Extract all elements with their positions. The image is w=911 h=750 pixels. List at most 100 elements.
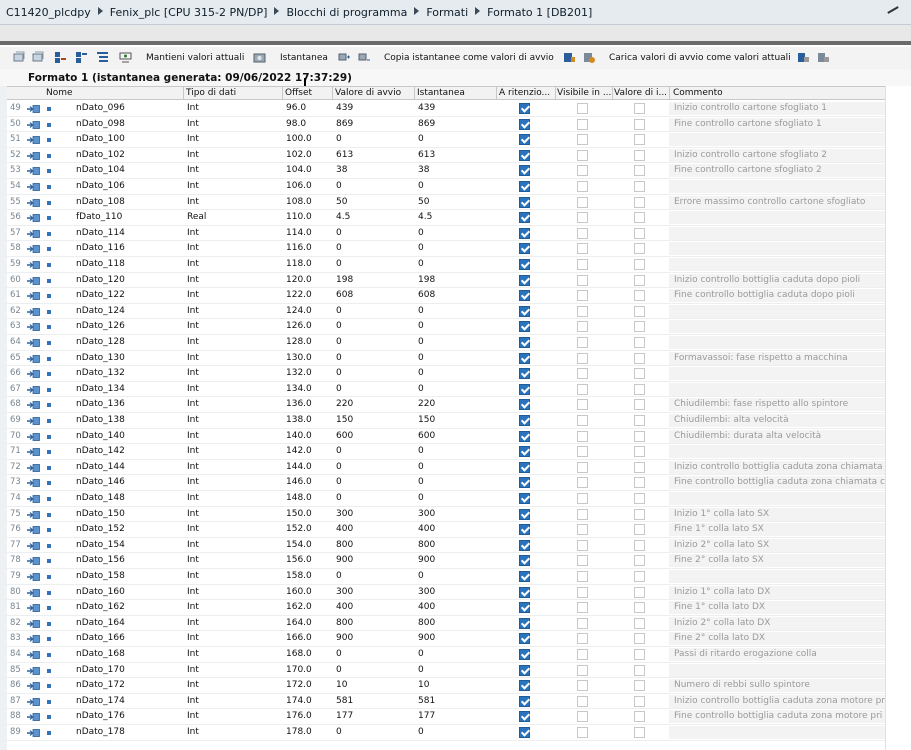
retain-checkbox[interactable]: [519, 461, 530, 473]
retain-checkbox[interactable]: [519, 243, 530, 255]
cell-name[interactable]: nDato_140: [76, 431, 125, 441]
retain-checkbox[interactable]: [519, 399, 530, 411]
col-type[interactable]: Tipo di dati: [186, 88, 236, 98]
setpoint-checkbox[interactable]: [634, 680, 645, 692]
cell-comment[interactable]: [669, 445, 885, 459]
cell-name[interactable]: nDato_106: [76, 181, 125, 191]
table-row[interactable]: 59 nDato_118 Int 118.0 0 0: [0, 257, 911, 273]
retain-checkbox[interactable]: [519, 602, 530, 614]
table-row[interactable]: 61 nDato_122 Int 122.0 608 608 Fine controllo …: [0, 288, 911, 304]
cell-type[interactable]: Int: [187, 711, 199, 721]
table-row[interactable]: 65 nDato_130 Int 130.0 0 0 Formavassoi: fase r…: [0, 351, 911, 367]
setpoint-checkbox[interactable]: [634, 461, 645, 473]
visible-hmi-checkbox[interactable]: [577, 181, 588, 192]
cell-start-value[interactable]: 0: [336, 228, 342, 238]
setpoint-checkbox[interactable]: [634, 664, 645, 676]
cell-type[interactable]: Real: [187, 212, 206, 222]
cell-type[interactable]: Int: [187, 103, 199, 113]
visible-hmi-checkbox[interactable]: [577, 461, 588, 473]
visible-hmi-checkbox[interactable]: [577, 586, 588, 598]
retain-checkbox[interactable]: [519, 695, 530, 707]
cell-start-value[interactable]: 50: [336, 197, 347, 207]
setpoint-checkbox[interactable]: [634, 586, 645, 598]
table-row[interactable]: 50 nDato_098 Int 98.0 869 869 Fine controllo c…: [0, 117, 911, 133]
cell-start-value[interactable]: 600: [336, 431, 353, 441]
cell-name[interactable]: nDato_150: [76, 509, 125, 519]
visible-hmi-checkbox[interactable]: [577, 290, 588, 302]
setpoint-checkbox[interactable]: [634, 305, 645, 317]
cell-comment[interactable]: Passi di ritardo erogazione colla: [669, 648, 885, 661]
cell-name[interactable]: nDato_154: [76, 540, 125, 550]
retain-checkbox[interactable]: [519, 134, 530, 146]
cell-comment[interactable]: Fine controllo bottiglia caduta zona chi…: [669, 476, 885, 490]
cell-comment[interactable]: [669, 258, 885, 271]
cell-start-value[interactable]: 0: [336, 477, 342, 487]
cell-start-value[interactable]: 800: [336, 618, 353, 628]
cell-name[interactable]: nDato_134: [76, 384, 125, 394]
visible-hmi-checkbox[interactable]: [577, 212, 588, 224]
visible-hmi-checkbox[interactable]: [577, 165, 588, 177]
cell-type[interactable]: Int: [187, 243, 199, 253]
cell-name[interactable]: nDato_156: [76, 555, 125, 565]
retain-checkbox[interactable]: [519, 290, 530, 302]
cell-type[interactable]: Int: [187, 665, 199, 675]
setpoint-checkbox[interactable]: [634, 695, 645, 707]
cell-name[interactable]: nDato_168: [76, 649, 125, 659]
cell-type[interactable]: Int: [187, 696, 199, 706]
cell-start-value[interactable]: 0: [336, 665, 342, 675]
table-row[interactable]: 78 nDato_156 Int 156.0 900 900 Fine 2° colla l…: [0, 553, 911, 569]
visible-hmi-checkbox[interactable]: [577, 134, 588, 146]
load-all-values-icon[interactable]: [583, 51, 596, 64]
visible-hmi-checkbox[interactable]: [577, 259, 588, 270]
col-snapshot[interactable]: Istantanea: [417, 88, 465, 98]
cell-type[interactable]: Int: [187, 165, 199, 175]
retain-checkbox[interactable]: [519, 649, 530, 660]
cell-start-value[interactable]: 0: [336, 321, 342, 331]
cell-type[interactable]: Int: [187, 119, 199, 129]
cell-comment[interactable]: Fine 2° colla lato DX: [669, 632, 885, 646]
visible-hmi-checkbox[interactable]: [577, 243, 588, 255]
cell-name[interactable]: nDato_104: [76, 165, 125, 175]
list-view-icon[interactable]: [96, 51, 109, 64]
cell-name[interactable]: nDato_136: [76, 399, 125, 409]
cell-name[interactable]: nDato_102: [76, 150, 125, 160]
table-row[interactable]: 79 nDato_158 Int 158.0 0 0: [0, 569, 911, 585]
cell-start-value[interactable]: 869: [336, 119, 353, 129]
cell-comment[interactable]: [669, 133, 885, 147]
cell-comment[interactable]: Fine controllo bottiglia caduta dopo pio…: [669, 289, 885, 303]
cell-name[interactable]: nDato_164: [76, 618, 125, 628]
visible-hmi-checkbox[interactable]: [577, 415, 588, 426]
table-row[interactable]: 66 nDato_132 Int 132.0 0 0: [0, 366, 911, 382]
cell-start-value[interactable]: 400: [336, 524, 353, 534]
cell-name[interactable]: nDato_160: [76, 587, 125, 597]
cell-comment[interactable]: [669, 211, 885, 225]
cell-start-value[interactable]: 300: [336, 509, 353, 519]
retain-checkbox[interactable]: [519, 727, 530, 738]
retain-checkbox[interactable]: [519, 524, 530, 536]
setpoint-checkbox[interactable]: [634, 415, 645, 426]
cell-name[interactable]: nDato_144: [76, 462, 125, 472]
table-row[interactable]: 68 nDato_136 Int 136.0 220 220 Chiudilembi: fa…: [0, 397, 911, 413]
cell-type[interactable]: Int: [187, 555, 199, 565]
cell-name[interactable]: fDato_110: [76, 212, 122, 222]
visible-hmi-checkbox[interactable]: [577, 383, 588, 395]
cell-comment[interactable]: [669, 382, 885, 396]
retain-checkbox[interactable]: [519, 539, 530, 551]
cell-name[interactable]: nDato_142: [76, 446, 125, 456]
copy-snapshot-start-button[interactable]: Copia istantanee come valori di avvio: [384, 53, 554, 63]
table-row[interactable]: 58 nDato_116 Int 116.0 0 0: [0, 241, 911, 257]
cell-type[interactable]: Int: [187, 462, 199, 472]
cell-name[interactable]: nDato_174: [76, 696, 125, 706]
cell-name[interactable]: nDato_148: [76, 493, 125, 503]
cell-comment[interactable]: Inizio controllo cartone sfogliato 2: [669, 148, 885, 162]
cell-type[interactable]: Int: [187, 337, 199, 347]
setpoint-checkbox[interactable]: [634, 446, 645, 458]
table-row[interactable]: 53 nDato_104 Int 104.0 38 38 Fine controllo ca…: [0, 163, 911, 179]
retain-checkbox[interactable]: [519, 165, 530, 177]
cell-type[interactable]: Int: [187, 602, 199, 612]
expand-icon[interactable]: [54, 51, 67, 64]
cell-type[interactable]: Int: [187, 477, 199, 487]
cell-name[interactable]: nDato_100: [76, 134, 125, 144]
snapshot-button[interactable]: Istantanea: [280, 53, 328, 63]
setpoint-checkbox[interactable]: [634, 571, 645, 582]
